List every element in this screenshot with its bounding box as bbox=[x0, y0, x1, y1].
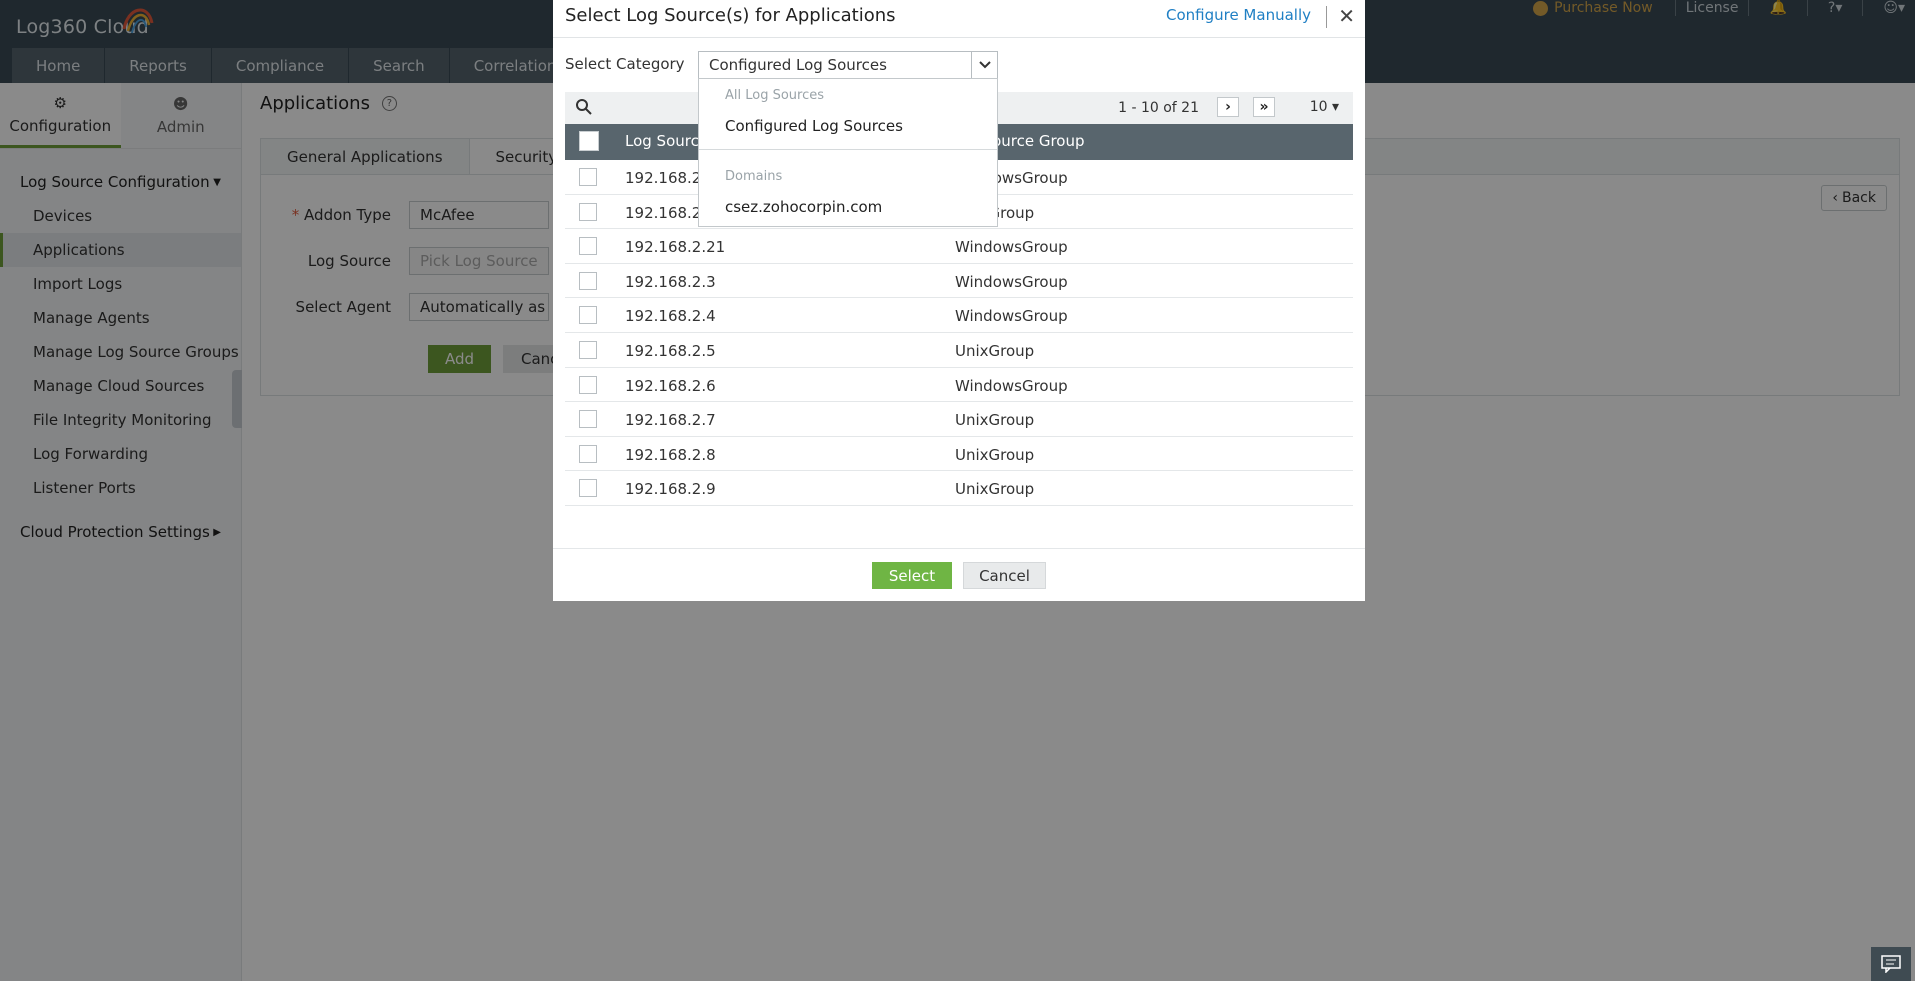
row-checkbox[interactable] bbox=[579, 444, 597, 463]
log-source-group-cell: WindowsGroup bbox=[955, 376, 1068, 395]
select-category-label: Select Category bbox=[565, 55, 685, 73]
category-select[interactable]: Configured Log Sources bbox=[698, 51, 998, 79]
log-source-cell: 192.168.2.3 bbox=[625, 272, 716, 291]
row-checkbox[interactable] bbox=[579, 340, 597, 359]
dropdown-option-domain[interactable]: csez.zohocorpin.com bbox=[725, 198, 882, 216]
log-source-cell: 192.168.2.8 bbox=[625, 445, 716, 464]
log-source-group-cell: UnixGroup bbox=[955, 480, 1035, 499]
select-button[interactable]: Select bbox=[872, 562, 952, 589]
log-source-group-cell: UnixGroup bbox=[955, 445, 1035, 464]
dropdown-group-all-log-sources: All Log Sources bbox=[725, 88, 825, 103]
chevron-down-icon[interactable] bbox=[971, 52, 997, 78]
dialog-footer: Select Cancel bbox=[553, 548, 1365, 601]
chat-icon bbox=[1881, 955, 1901, 973]
table-row[interactable]: 192.168.2.7 UnixGroup bbox=[565, 402, 1353, 437]
log-source-group-cell: WindowsGroup bbox=[955, 238, 1068, 257]
row-checkbox[interactable] bbox=[579, 410, 597, 429]
last-page-button[interactable]: » bbox=[1253, 97, 1275, 117]
log-source-group-cell: WindowsGroup bbox=[955, 307, 1068, 326]
dialog-title: Select Log Source(s) for Applications bbox=[565, 5, 896, 26]
row-checkbox[interactable] bbox=[579, 168, 597, 186]
pagination-range: 1 - 10 of 21 bbox=[1118, 100, 1199, 116]
log-source-cell: 192.168.2.7 bbox=[625, 411, 716, 430]
log-source-cell: 192.168.2.4 bbox=[625, 307, 716, 326]
log-source-cell: 192.168.2.6 bbox=[625, 376, 716, 395]
table-row[interactable]: 192.168.2.21 WindowsGroup bbox=[565, 229, 1353, 264]
chat-button[interactable] bbox=[1871, 947, 1911, 981]
row-checkbox[interactable] bbox=[579, 271, 597, 290]
close-icon[interactable]: ✕ bbox=[1338, 5, 1355, 27]
row-checkbox[interactable] bbox=[579, 479, 597, 498]
log-source-group-cell: WindowsGroup bbox=[955, 272, 1068, 291]
table-row[interactable]: 192.168.2.8 UnixGroup bbox=[565, 437, 1353, 472]
table-row[interactable]: 192.168.2.5 UnixGroup bbox=[565, 333, 1353, 368]
log-source-cell: 192.168.2 bbox=[625, 169, 702, 187]
search-icon[interactable] bbox=[575, 98, 593, 120]
table-row[interactable]: 192.168.2.9 UnixGroup bbox=[565, 471, 1353, 506]
dropdown-group-domains: Domains bbox=[725, 169, 783, 184]
table-row[interactable]: 192.168.2.6 WindowsGroup bbox=[565, 368, 1353, 403]
page-size-select[interactable]: 10 ▾ bbox=[1310, 99, 1339, 115]
log-source-group-cell: UnixGroup bbox=[955, 341, 1035, 360]
log-source-cell: 192.168.2.9 bbox=[625, 480, 716, 499]
log-source-group-cell: UnixGroup bbox=[955, 411, 1035, 430]
category-dropdown-menu: All Log Sources Configured Log Sources D… bbox=[698, 78, 998, 227]
row-checkbox[interactable] bbox=[579, 306, 597, 325]
divider bbox=[1326, 6, 1327, 28]
log-source-cell: 192.168.2.5 bbox=[625, 341, 716, 360]
configure-manually-link[interactable]: Configure Manually bbox=[1166, 6, 1311, 24]
row-checkbox[interactable] bbox=[579, 237, 597, 256]
row-checkbox[interactable] bbox=[579, 375, 597, 394]
log-source-cell: 192.168.2.21 bbox=[625, 238, 726, 257]
next-page-button[interactable]: › bbox=[1217, 97, 1239, 117]
cancel-button[interactable]: Cancel bbox=[963, 562, 1046, 589]
row-checkbox[interactable] bbox=[579, 202, 597, 221]
column-header-log-source[interactable]: Log Source bbox=[625, 132, 708, 150]
dropdown-option-configured-log-sources[interactable]: Configured Log Sources bbox=[725, 117, 903, 135]
table-row[interactable]: 192.168.2.4 WindowsGroup bbox=[565, 298, 1353, 333]
table-row[interactable]: 192.168.2.3 WindowsGroup bbox=[565, 264, 1353, 299]
dialog-header: Select Log Source(s) for Applications Co… bbox=[553, 0, 1365, 38]
log-source-cell: 192.168.2 bbox=[625, 203, 702, 222]
category-select-value: Configured Log Sources bbox=[709, 56, 887, 74]
select-all-checkbox[interactable] bbox=[579, 131, 599, 151]
dropdown-divider bbox=[699, 149, 997, 150]
